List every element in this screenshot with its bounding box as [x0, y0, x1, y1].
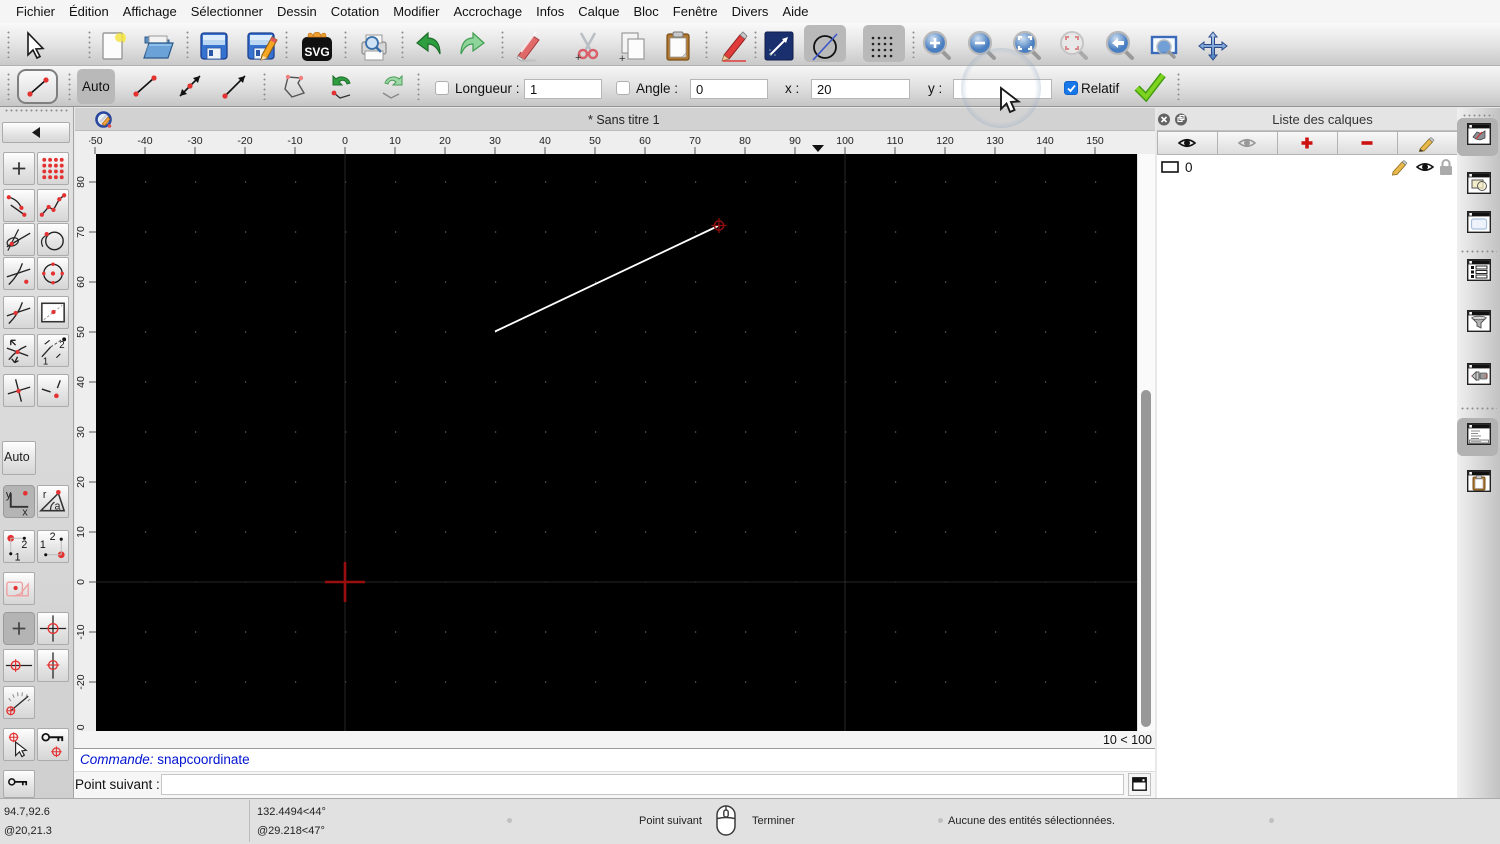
svg-text:90: 90: [789, 135, 801, 147]
svg-text:50: 50: [589, 135, 601, 147]
svg-text:50: 50: [75, 326, 87, 338]
svg-text:0: 0: [342, 135, 348, 147]
svg-text:+: +: [575, 52, 581, 63]
svg-text:100: 100: [836, 135, 854, 147]
svg-text:2: 2: [50, 531, 56, 543]
svg-text:-10: -10: [75, 624, 87, 639]
svg-text:1: 1: [43, 357, 48, 367]
svg-text:-50: -50: [89, 135, 103, 147]
svg-text:SVG: SVG: [304, 45, 329, 59]
svg-text:140: 140: [1036, 135, 1054, 147]
svg-text:10: 10: [75, 526, 87, 538]
svg-text:110: 110: [887, 135, 904, 147]
svg-text:20: 20: [439, 135, 451, 147]
svg-text:60: 60: [639, 135, 651, 147]
svg-text:80: 80: [75, 176, 87, 188]
svg-text:r: r: [43, 489, 47, 501]
svg-text:40: 40: [75, 376, 87, 388]
svg-text:120: 120: [936, 135, 954, 147]
svg-text:+: +: [619, 53, 625, 63]
svg-text:40: 40: [539, 135, 551, 147]
svg-text:2: 2: [59, 340, 64, 351]
svg-text:-20: -20: [237, 135, 252, 147]
svg-text:70: 70: [689, 135, 701, 147]
svg-text:30: 30: [489, 135, 501, 147]
svg-text:2: 2: [21, 539, 27, 551]
svg-text:150: 150: [1086, 135, 1104, 147]
svg-text:30: 30: [75, 426, 87, 438]
svg-text:80: 80: [739, 135, 751, 147]
svg-text:-20: -20: [75, 674, 87, 689]
svg-text:1: 1: [40, 539, 46, 551]
svg-text:-10: -10: [287, 135, 302, 147]
svg-text:1: 1: [15, 552, 21, 563]
svg-text:130: 130: [986, 135, 1004, 147]
svg-text:70: 70: [75, 226, 87, 238]
svg-text:-40: -40: [137, 135, 152, 147]
svg-text:0: 0: [75, 579, 87, 585]
svg-text:a: a: [54, 501, 60, 513]
svg-text:20: 20: [75, 476, 87, 488]
svg-text:-30: -30: [187, 135, 202, 147]
svg-text:60: 60: [75, 276, 87, 288]
svg-text:y: y: [6, 489, 12, 501]
svg-text:x: x: [22, 507, 28, 518]
svg-text:-30: -30: [75, 724, 87, 731]
svg-text:10: 10: [389, 135, 401, 147]
